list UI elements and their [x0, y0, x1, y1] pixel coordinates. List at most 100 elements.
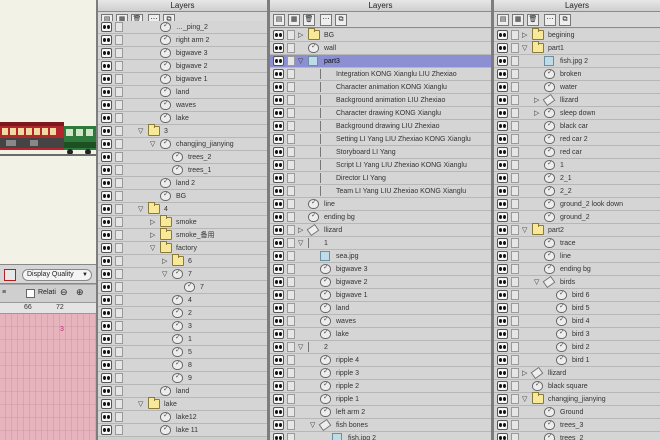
layer-row[interactable]: Script LI Yang LIU Zhexiao KONG Xianglu	[270, 159, 491, 172]
lock-toggle[interactable]	[115, 269, 123, 279]
lock-toggle[interactable]	[115, 373, 123, 383]
lock-toggle[interactable]	[287, 121, 295, 131]
visibility-eye-icon[interactable]	[101, 217, 112, 227]
lock-toggle[interactable]	[115, 399, 123, 409]
layer-row[interactable]: black square	[494, 380, 660, 393]
lock-toggle[interactable]	[115, 165, 123, 175]
visibility-eye-icon[interactable]	[497, 420, 508, 430]
disclosure-open-icon[interactable]: ▽	[522, 224, 527, 237]
lock-toggle[interactable]	[115, 191, 123, 201]
lock-toggle[interactable]	[287, 186, 295, 196]
visibility-eye-icon[interactable]	[101, 139, 112, 149]
visibility-eye-icon[interactable]	[497, 186, 508, 196]
layer-row[interactable]: 4	[98, 294, 267, 307]
lock-toggle[interactable]	[115, 243, 123, 253]
visibility-eye-icon[interactable]	[497, 95, 508, 105]
timeline-frames[interactable]: 3	[0, 314, 96, 440]
lock-toggle[interactable]	[511, 199, 519, 209]
visibility-eye-icon[interactable]	[273, 329, 284, 339]
layer-row[interactable]: ▽ 1	[270, 237, 491, 250]
timeline-ruler[interactable]: 66 72	[0, 303, 96, 314]
layer-row[interactable]: ▷ smoke_备用	[98, 228, 267, 242]
visibility-eye-icon[interactable]	[273, 56, 284, 66]
visibility-eye-icon[interactable]	[273, 134, 284, 144]
disclosure-open-icon[interactable]: ▽	[138, 125, 143, 138]
layer-row[interactable]: 2_1	[494, 172, 660, 185]
layer-row[interactable]: trees_2	[494, 432, 660, 440]
layer-row[interactable]: ▽ birds	[494, 275, 660, 289]
disclosure-open-icon[interactable]: ▽	[162, 268, 167, 281]
layer-row[interactable]: ▽ fish bones	[270, 418, 491, 432]
visibility-eye-icon[interactable]	[273, 82, 284, 92]
layer-row[interactable]: ripple 4	[270, 354, 491, 367]
zoom-in-icon[interactable]: ⊕	[76, 287, 84, 298]
disclosure-open-icon[interactable]: ▽	[522, 393, 527, 406]
disclosure-open-icon[interactable]: ▽	[534, 276, 539, 289]
visibility-eye-icon[interactable]	[273, 342, 284, 352]
layer-row[interactable]: lake	[98, 112, 267, 125]
lock-toggle[interactable]	[511, 277, 519, 287]
visibility-eye-icon[interactable]	[273, 199, 284, 209]
lock-toggle[interactable]	[115, 113, 123, 123]
lock-toggle[interactable]	[511, 212, 519, 222]
lock-toggle[interactable]	[287, 368, 295, 378]
visibility-eye-icon[interactable]	[101, 373, 112, 383]
layer-row[interactable]: Director LI Yang	[270, 172, 491, 185]
layer-row[interactable]: Storyboard LI Yang	[270, 146, 491, 159]
visibility-eye-icon[interactable]	[101, 243, 112, 253]
lock-toggle[interactable]	[115, 61, 123, 71]
disclosure-open-icon[interactable]: ▽	[298, 55, 303, 68]
lock-toggle[interactable]	[511, 368, 519, 378]
disclosure-open-icon[interactable]: ▽	[150, 242, 155, 255]
layer-row[interactable]: left arm 2	[270, 406, 491, 419]
visibility-eye-icon[interactable]	[497, 407, 508, 417]
timeline-menu-icon[interactable]: ≡	[2, 289, 6, 296]
layer-row[interactable]: land	[98, 86, 267, 99]
layer-row[interactable]: lake12	[98, 411, 267, 424]
visibility-eye-icon[interactable]	[273, 30, 284, 40]
lock-toggle[interactable]	[511, 394, 519, 404]
lock-toggle[interactable]	[287, 225, 295, 235]
visibility-eye-icon[interactable]	[273, 121, 284, 131]
visibility-eye-icon[interactable]	[497, 277, 508, 287]
lock-toggle[interactable]	[287, 420, 295, 430]
layer-row[interactable]: ▷ BG	[270, 28, 491, 42]
visibility-eye-icon[interactable]	[273, 212, 284, 222]
layer-row[interactable]: line	[494, 250, 660, 263]
visibility-eye-icon[interactable]	[497, 173, 508, 183]
visibility-eye-icon[interactable]	[101, 308, 112, 318]
disclosure-open-icon[interactable]: ▽	[522, 42, 527, 55]
visibility-eye-icon[interactable]	[273, 238, 284, 248]
layer-row[interactable]: red car 2	[494, 133, 660, 146]
lock-toggle[interactable]	[287, 329, 295, 339]
lock-toggle[interactable]	[511, 82, 519, 92]
disclosure-open-icon[interactable]: ▽	[298, 237, 303, 250]
visibility-eye-icon[interactable]	[497, 342, 508, 352]
lock-toggle[interactable]	[511, 381, 519, 391]
lock-toggle[interactable]	[287, 95, 295, 105]
layer-row[interactable]: black car	[494, 120, 660, 133]
visibility-eye-icon[interactable]	[101, 256, 112, 266]
lock-toggle[interactable]	[115, 74, 123, 84]
new-layer-icon[interactable]: ▤	[273, 13, 285, 26]
lock-toggle[interactable]	[511, 290, 519, 300]
layer-row[interactable]: 1	[494, 159, 660, 172]
layer-row[interactable]: lake	[270, 328, 491, 341]
disclosure-open-icon[interactable]: ▽	[138, 398, 143, 411]
layer-row[interactable]: ▷ 6	[98, 254, 267, 268]
lock-toggle[interactable]	[115, 308, 123, 318]
lock-toggle[interactable]	[511, 238, 519, 248]
lock-toggle[interactable]	[287, 394, 295, 404]
lock-toggle[interactable]	[511, 303, 519, 313]
disclosure-open-icon[interactable]: ▽	[298, 341, 303, 354]
visibility-eye-icon[interactable]	[497, 433, 508, 440]
lock-toggle[interactable]	[115, 152, 123, 162]
layer-row[interactable]: bird 1	[494, 354, 660, 367]
disclosure-closed-icon[interactable]: ▷	[150, 229, 155, 242]
visibility-eye-icon[interactable]	[273, 355, 284, 365]
lock-toggle[interactable]	[511, 355, 519, 365]
visibility-eye-icon[interactable]	[101, 87, 112, 97]
layer-row[interactable]: ▽7	[98, 268, 267, 281]
lock-toggle[interactable]	[287, 43, 295, 53]
layer-row[interactable]: Team LI Yang LIU Zhexiao KONG Xianglu	[270, 185, 491, 198]
